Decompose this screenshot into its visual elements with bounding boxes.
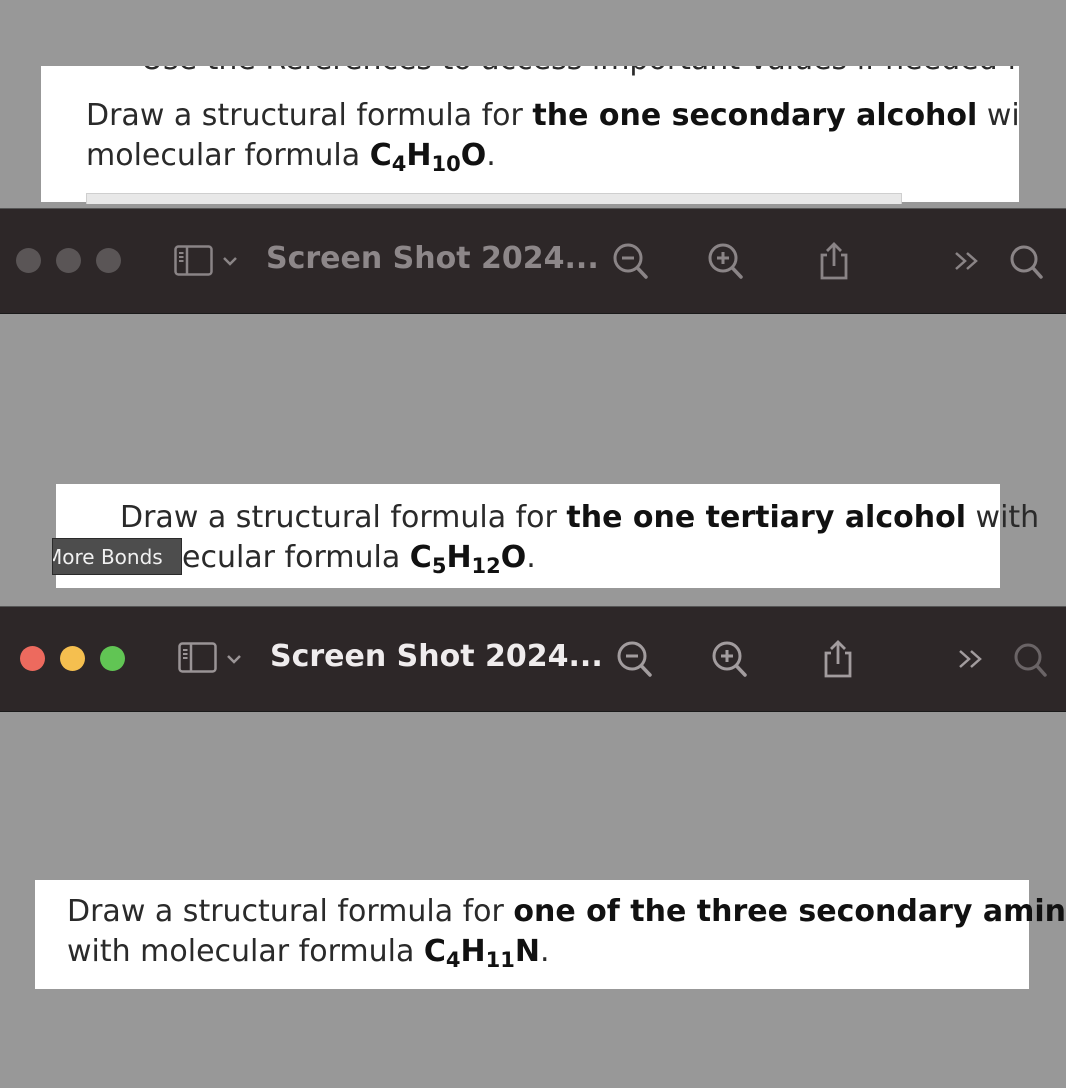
question-panel-3: Draw a structural formula for one of the…	[35, 880, 1066, 989]
question-emphasis: the one tertiary alcohol	[566, 500, 966, 535]
question-panel-1: Use the References to access important v…	[41, 66, 1019, 202]
question-emphasis: one of the three secondary amines	[513, 894, 1066, 929]
window-title: Screen Shot 2024...	[270, 639, 603, 674]
chevron-down-icon[interactable]	[226, 653, 242, 665]
molecular-formula: C4H11N	[423, 934, 540, 972]
zoom-out-icon[interactable]	[616, 640, 654, 680]
preview-window-toolbar-2: Screen Shot 2024...	[0, 606, 1066, 712]
share-icon[interactable]	[817, 241, 851, 281]
close-button[interactable]	[20, 646, 45, 671]
more-bonds-tooltip: More Bonds	[52, 538, 182, 575]
search-icon[interactable]	[1008, 243, 1046, 283]
share-icon[interactable]	[821, 639, 855, 679]
zoom-in-icon[interactable]	[707, 242, 745, 282]
question-text-3: Draw a structural formula for one of the…	[67, 892, 1066, 972]
close-button[interactable]	[16, 248, 41, 273]
zoom-button[interactable]	[96, 248, 121, 273]
question-text-2: Draw a structural formula for the one te…	[120, 500, 1040, 535]
sidebar-toggle-icon[interactable]	[178, 642, 218, 674]
preview-window-toolbar-1: Screen Shot 2024...	[0, 208, 1066, 314]
zoom-out-icon[interactable]	[612, 242, 650, 282]
chevron-down-icon[interactable]	[222, 255, 238, 267]
question-text-2-line2: ecular formula C5H12O.	[182, 540, 536, 578]
molecular-formula: C4H10O	[369, 138, 487, 176]
zoom-button[interactable]	[100, 646, 125, 671]
minimize-button[interactable]	[56, 248, 81, 273]
question-emphasis: the one secondary alcohol	[532, 98, 978, 133]
question-text-1: Draw a structural formula for the one se…	[86, 98, 1019, 176]
minimize-button[interactable]	[60, 646, 85, 671]
question-panel-2: Draw a structural formula for the one te…	[56, 484, 1039, 588]
cutoff-reference-text: Use the References to access important v…	[141, 66, 1019, 77]
more-chevron-icon[interactable]	[957, 648, 985, 670]
drawing-toolbar-strip	[86, 193, 902, 204]
window-title: Screen Shot 2024...	[266, 241, 599, 276]
search-icon[interactable]	[1012, 641, 1050, 681]
zoom-in-icon[interactable]	[711, 640, 749, 680]
sidebar-toggle-icon[interactable]	[174, 245, 214, 277]
more-chevron-icon[interactable]	[953, 250, 981, 272]
molecular-formula: C5H12O	[409, 540, 527, 578]
